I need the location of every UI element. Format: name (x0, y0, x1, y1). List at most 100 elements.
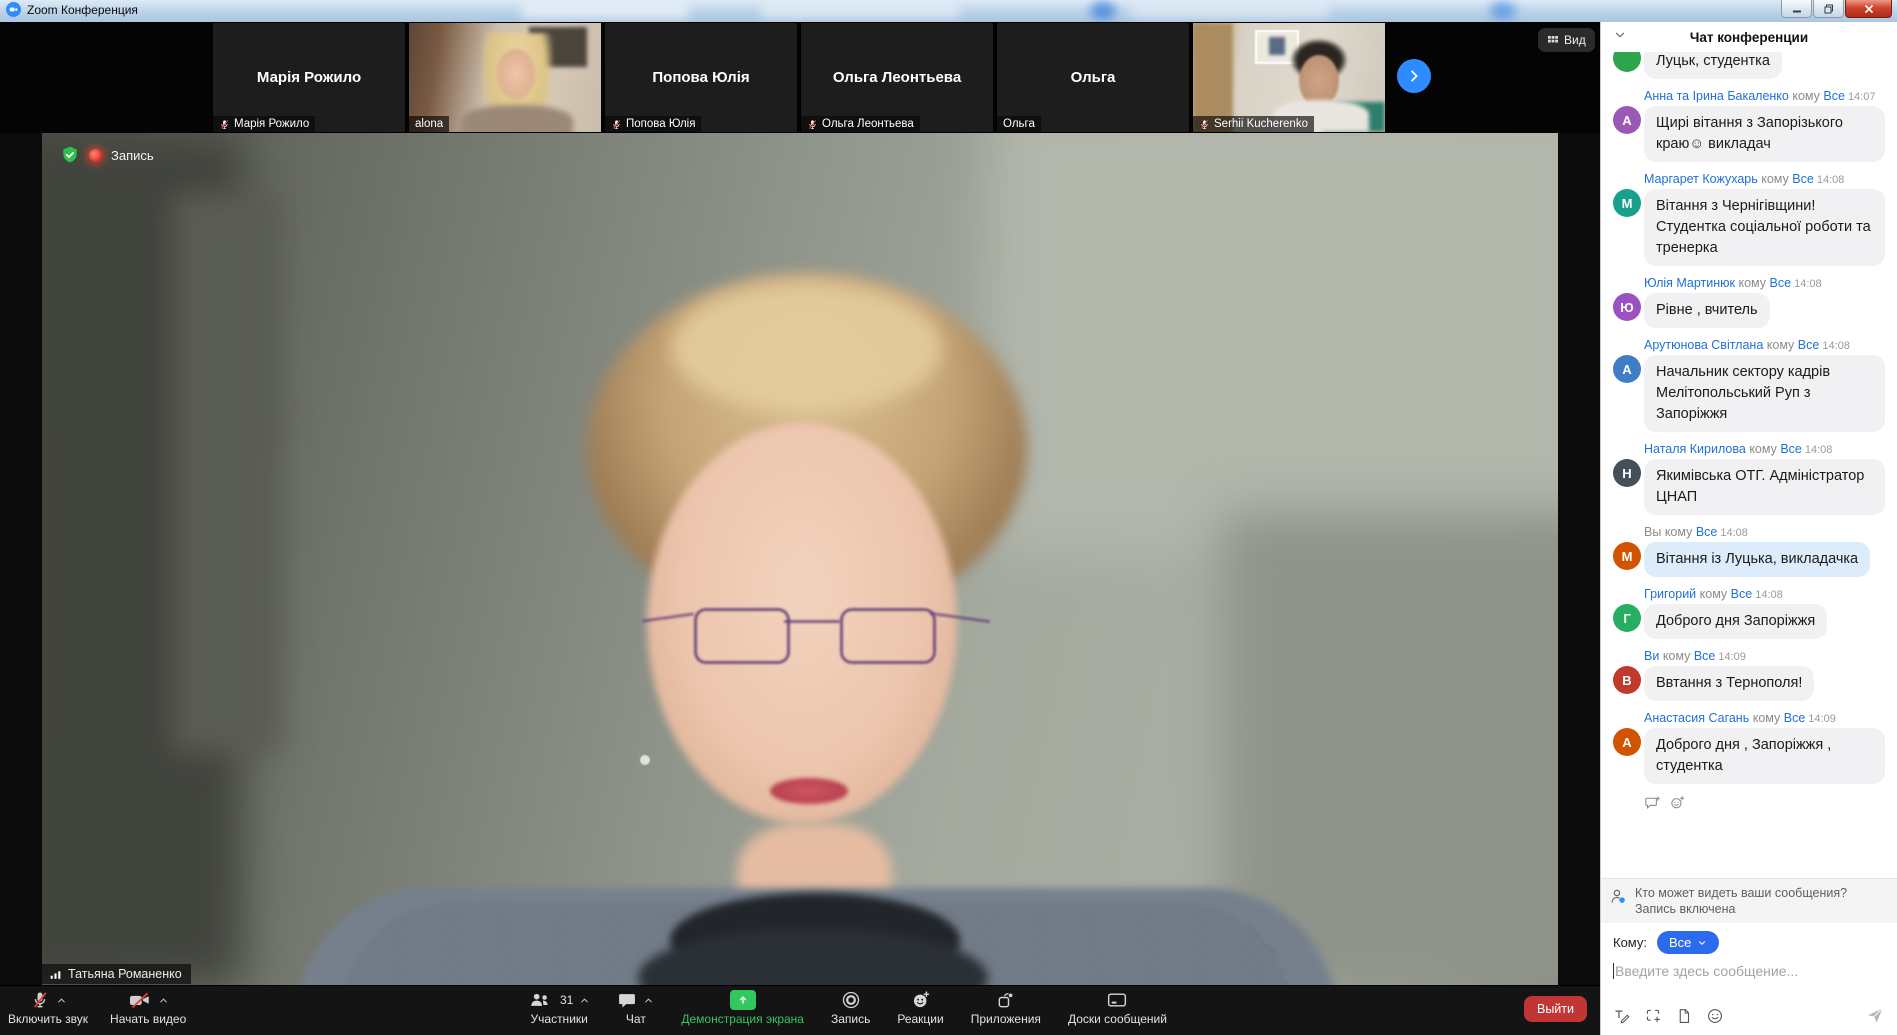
chat-message: Наталя Кирилова кому Все14:08 Н Якимівсь… (1613, 442, 1885, 515)
chevron-up-icon[interactable] (56, 995, 67, 1006)
avatar: А (1613, 728, 1641, 756)
message-recipient: Все (1784, 711, 1806, 725)
attach-file-icon[interactable] (1675, 1007, 1693, 1025)
apps-label: Приложения (971, 1012, 1041, 1026)
message-recipient: Все (1731, 587, 1753, 601)
participant-name-label: Марія Рожило (234, 118, 309, 130)
message-bubble: Щирі вітання з Запорізького краю☺ виклад… (1644, 106, 1885, 162)
start-video-label: Начать видео (110, 1012, 186, 1026)
minimize-button[interactable] (1781, 0, 1812, 18)
chat-message: Анна та Ірина Бакаленко кому Все14:07 А … (1613, 89, 1885, 162)
message-bubble: Начальник сектору кадрів Мелітопольський… (1644, 355, 1885, 432)
chat-button[interactable]: Чат (617, 989, 654, 1026)
chevron-up-icon[interactable] (643, 995, 654, 1006)
recording-label: Запись (111, 148, 154, 163)
whiteboards-button[interactable]: Доски сообщений (1068, 989, 1167, 1026)
message-time: 14:09 (1718, 651, 1746, 663)
zoom-meeting-window: Zoom Конференция Марія Рожило (0, 0, 1897, 1035)
avatar (1613, 52, 1641, 72)
format-text-icon[interactable] (1613, 1007, 1631, 1025)
participant-name-label: Ольга (1003, 118, 1035, 130)
emoji-icon[interactable] (1706, 1007, 1724, 1025)
participant-tile[interactable]: Serhii Kucherenko (1192, 22, 1386, 133)
video-person-glasses (784, 620, 840, 623)
chat-message-self: Вы кому Все14:08 М Вітання із Луцька, ви… (1613, 525, 1885, 577)
apps-icon (996, 990, 1016, 1010)
maximize-button[interactable] (1813, 0, 1844, 18)
message-bubble: Доброго дня Запоріжжя (1644, 604, 1827, 639)
chevron-down-icon (1697, 938, 1707, 948)
chevron-right-icon (1406, 68, 1422, 84)
message-bubble: Ввтання з Тернополя! (1644, 666, 1814, 701)
message-time: 14:08 (1720, 527, 1748, 539)
avatar: М (1613, 189, 1641, 217)
camera-muted-icon (128, 990, 152, 1010)
security-shield-icon[interactable] (60, 145, 80, 165)
participant-tile[interactable]: Попова Юлія Попова Юлія (604, 22, 798, 133)
chat-message: Маргарет Кожухарь кому Все14:08 М Вітанн… (1613, 172, 1885, 266)
apps-button[interactable]: Приложения (971, 989, 1041, 1026)
participants-button[interactable]: 31 Участники (528, 989, 590, 1026)
unmute-label: Включить звук (8, 1012, 88, 1026)
message-recipient: Все (1770, 276, 1792, 290)
reactions-label: Реакции (897, 1012, 943, 1026)
send-message-icon[interactable] (1865, 1005, 1885, 1025)
meeting-toolbar: Включить звук Начать видео 31 (0, 985, 1600, 1035)
recording-dot-icon (89, 149, 102, 162)
titlebar-glass (1490, 2, 1516, 20)
record-icon (841, 990, 861, 1010)
message-sender: Ви (1644, 649, 1659, 663)
message-recipient: Все (1798, 338, 1820, 352)
reactions-button[interactable]: Реакции (897, 989, 943, 1026)
message-bubble: Вітання із Луцька, викладачка (1644, 542, 1870, 577)
message-sender: Вы (1644, 525, 1661, 539)
share-screen-button[interactable]: Демонстрация экрана (681, 989, 804, 1026)
message-time: 14:07 (1848, 91, 1876, 103)
grid-view-icon (1547, 34, 1559, 46)
message-time: 14:09 (1808, 713, 1836, 725)
chat-message: Григорий кому Все14:08 Г Доброго дня Зап… (1613, 587, 1885, 639)
participant-tile[interactable]: alona (408, 22, 602, 133)
collapse-chat-icon[interactable] (1613, 28, 1627, 47)
recipient-selector[interactable]: Все (1657, 931, 1719, 954)
message-time: 14:08 (1755, 589, 1783, 601)
message-input[interactable]: Введите здесь сообщение... (1613, 963, 1885, 979)
unmute-button[interactable]: Включить звук (8, 989, 88, 1026)
reactions-icon (911, 990, 931, 1010)
message-bubble: Якимівська ОТГ. Адміністратор ЦНАП (1644, 459, 1885, 515)
chevron-up-icon[interactable] (579, 995, 590, 1006)
video-person-earring (640, 755, 650, 765)
message-recipient: Все (1694, 649, 1716, 663)
participant-name-label: alona (415, 118, 443, 130)
start-video-button[interactable]: Начать видео (110, 989, 186, 1026)
participants-label: Участники (531, 1012, 588, 1026)
participant-name-label: Serhii Kucherenko (1214, 118, 1308, 130)
message-sender: Наталя Кирилова (1644, 442, 1746, 456)
message-recipient: Все (1792, 172, 1814, 186)
record-button[interactable]: Запись (831, 989, 870, 1026)
titlebar-glass (520, 3, 690, 19)
participant-tile[interactable]: Ольга Ольга (996, 22, 1190, 133)
reply-in-thread-icon[interactable] (1644, 794, 1661, 811)
titlebar-glass (1130, 3, 1330, 19)
avatar: Н (1613, 459, 1641, 487)
video-person-glasses (840, 608, 936, 664)
leave-meeting-button[interactable]: Выйти (1524, 996, 1587, 1022)
participant-tile[interactable]: Ольга Леонтьева Ольга Леонтьева (800, 22, 994, 133)
message-recipient: Все (1780, 442, 1802, 456)
message-time: 14:08 (1817, 174, 1845, 186)
chevron-up-icon[interactable] (158, 995, 169, 1006)
chat-header: Чат конференции (1601, 22, 1897, 52)
add-reaction-icon[interactable] (1669, 794, 1686, 811)
message-sender: Арутюнова Світлана (1644, 338, 1763, 352)
view-button-label: Вид (1564, 33, 1586, 47)
message-bubble: Луцьк, студентка (1644, 52, 1782, 79)
next-participants-button[interactable] (1397, 59, 1431, 93)
chat-message-list[interactable]: Луцьк, студентка Анна та Ірина Бакаленко… (1601, 52, 1897, 878)
screenshot-icon[interactable] (1644, 1007, 1662, 1025)
chat-message: Ви кому Все14:09 В Ввтання з Тернополя! (1613, 649, 1885, 701)
view-button[interactable]: Вид (1538, 28, 1595, 52)
mic-muted-icon (219, 119, 230, 130)
close-button[interactable] (1845, 0, 1892, 18)
participant-tile[interactable]: Марія Рожило Марія Рожило (212, 22, 406, 133)
